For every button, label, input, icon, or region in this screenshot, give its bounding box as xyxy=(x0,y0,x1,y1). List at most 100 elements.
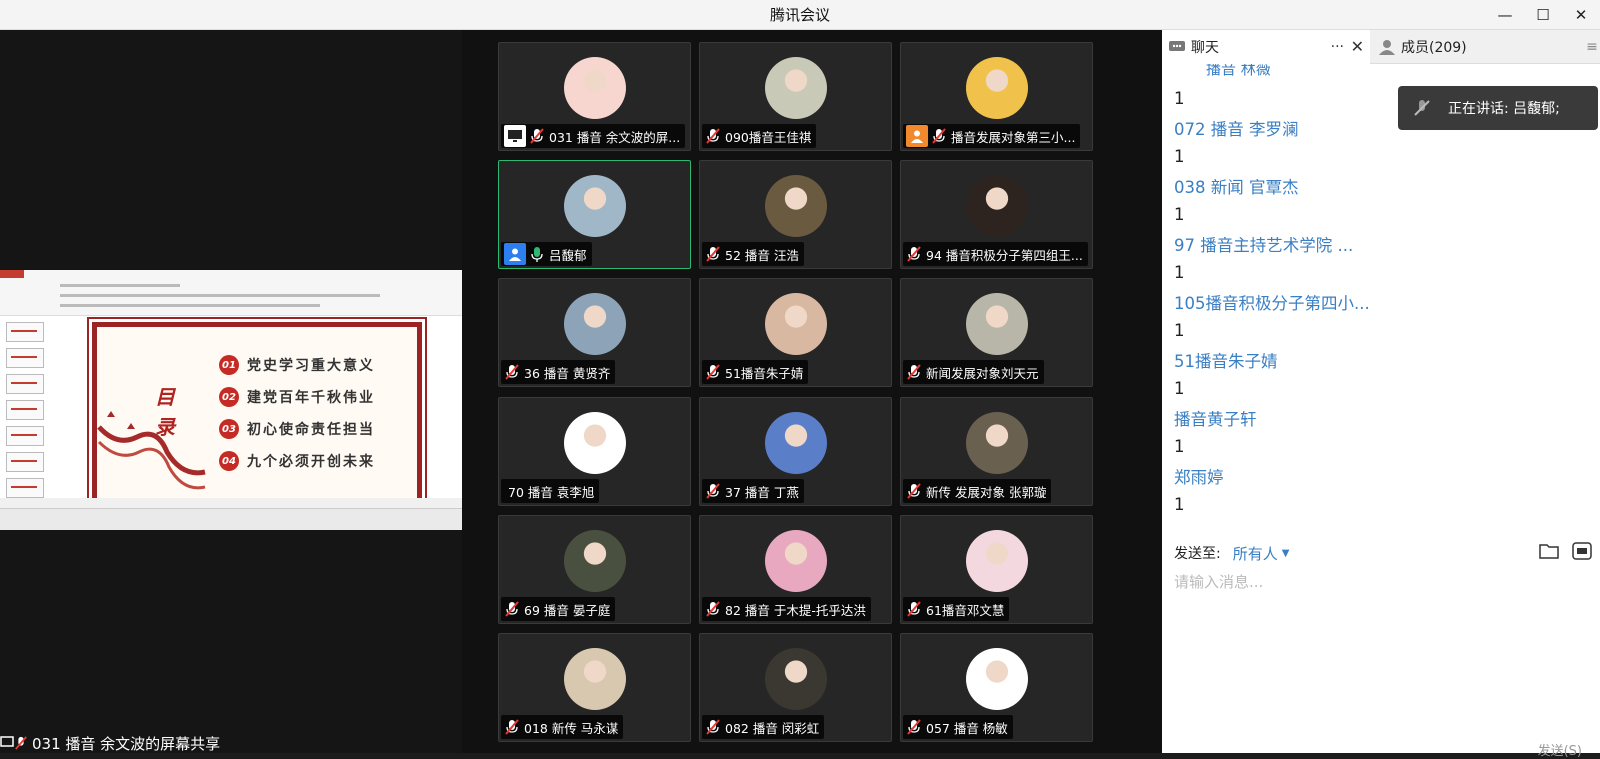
participant-tile[interactable]: 新闻发展对象刘天元 xyxy=(900,278,1093,387)
participant-name: 36 播音 黄贤齐 xyxy=(524,365,611,381)
tab-members-label: 成员(209) xyxy=(1401,40,1467,56)
message-sender[interactable]: 播音黄子轩 xyxy=(1174,403,1584,432)
avatar xyxy=(564,57,626,119)
participant-tile[interactable]: 94 播音积极分子第四组王... xyxy=(900,160,1093,269)
tab-members[interactable]: 成员(209) xyxy=(1370,30,1584,64)
participant-tile[interactable]: 52 播音 汪浩 xyxy=(699,160,892,269)
close-icon[interactable]: ✕ xyxy=(1351,37,1364,56)
participant-tile[interactable]: 057 播音 杨敏 xyxy=(900,633,1093,742)
mic-muted-icon xyxy=(504,363,520,381)
send-to-row: 发送至: 所有人 ▼ xyxy=(1174,540,1594,566)
participant-name: 082 播音 闵彩虹 xyxy=(725,720,820,736)
slide-thumbnails xyxy=(6,322,46,504)
maximize-button[interactable]: ☐ xyxy=(1524,0,1562,30)
participant-name: 94 播音积极分子第四组王... xyxy=(926,247,1083,263)
user-icon xyxy=(504,243,526,265)
send-to-label: 发送至: xyxy=(1174,546,1221,562)
participant-tile[interactable]: 090播音王佳祺 xyxy=(699,42,892,151)
message-text: 1 xyxy=(1174,437,1185,456)
participant-label: 52 播音 汪浩 xyxy=(702,242,804,266)
avatar xyxy=(765,293,827,355)
mic-muted-icon xyxy=(1414,100,1430,116)
participant-name: 37 播音 丁燕 xyxy=(725,484,799,500)
chat-messages: 播音 林薇 1 072 播音 李罗澜 1 038 新闻 官覃杰 1 97 播音主持艺术学院… xyxy=(1162,64,1600,534)
participant-tile[interactable]: 新传 发展对象 张郭璇 xyxy=(900,397,1093,506)
avatar xyxy=(564,648,626,710)
send-to-target[interactable]: 所有人 xyxy=(1233,543,1278,564)
screen-share-icon xyxy=(504,125,526,147)
participant-label: 37 播音 丁燕 xyxy=(702,479,804,503)
mic-muted-icon xyxy=(906,600,922,618)
more-icon[interactable]: ··· xyxy=(1331,39,1344,55)
participant-tile[interactable]: 82 播音 于木提-托乎达洪 xyxy=(699,515,892,624)
toc-item: 03 初心使命责任担当 xyxy=(219,413,375,445)
toc-item: 02 建党百年千秋伟业 xyxy=(219,381,375,413)
participant-label: 031 播音 余文波的屏... xyxy=(501,124,686,148)
participant-tile[interactable]: 69 播音 晏子庭 xyxy=(498,515,691,624)
participant-label: 082 播音 闵彩虹 xyxy=(702,715,825,739)
participant-tile[interactable]: 吕馥郁 xyxy=(498,160,691,269)
message-sender[interactable]: 51播音朱子婧 xyxy=(1174,345,1584,374)
partial-message: 播音 林薇 xyxy=(1206,64,1271,78)
close-window-button[interactable]: ✕ xyxy=(1562,0,1600,30)
chat-icon xyxy=(1169,41,1185,51)
sharer-name: 031 播音 余文波的屏幕共享 xyxy=(32,734,221,753)
mic-muted-icon xyxy=(529,127,545,145)
windows-taskbar xyxy=(0,508,462,530)
participant-tile[interactable]: 082 播音 闵彩虹 xyxy=(699,633,892,742)
mic-muted-icon xyxy=(705,363,721,381)
mic-muted-icon xyxy=(504,600,520,618)
announcement-icon[interactable] xyxy=(1570,540,1594,562)
toc-item: 04 九个必须开创未来 xyxy=(219,445,375,477)
slide-title: 目录 xyxy=(155,385,175,439)
mic-muted-icon xyxy=(705,127,721,145)
participant-name: 播音发展对象第三小... xyxy=(951,129,1076,145)
members-icon xyxy=(1379,40,1395,55)
participant-tile[interactable]: 36 播音 黄贤齐 xyxy=(498,278,691,387)
screen-share-icon xyxy=(0,736,14,747)
message-sender[interactable]: 97 播音主持艺术学院 ... xyxy=(1174,229,1584,258)
chevron-down-icon[interactable]: ▼ xyxy=(1282,548,1290,559)
message-sender[interactable]: 105播音积极分子第四小... xyxy=(1174,287,1584,316)
participant-name: 70 播音 袁李旭 xyxy=(508,484,595,500)
participant-tile[interactable]: 播音发展对象第三小... xyxy=(900,42,1093,151)
participant-name: 82 播音 于木提-托乎达洪 xyxy=(725,602,866,618)
window-controls: — ☐ ✕ xyxy=(1486,0,1600,30)
mic-icon xyxy=(529,245,545,263)
mic-muted-icon xyxy=(705,718,721,736)
participant-tile[interactable]: 70 播音 袁李旭 xyxy=(498,397,691,506)
screen-share-pane: 目录 01 党史学习重大意义 02 建党百年千秋伟业 03 初心使命责任担当 04 九个… xyxy=(0,30,462,753)
participant-name: 69 播音 晏子庭 xyxy=(524,602,611,618)
participant-tile[interactable]: 018 新传 马永谋 xyxy=(498,633,691,742)
participant-name: 031 播音 余文波的屏... xyxy=(549,129,681,145)
avatar xyxy=(765,57,827,119)
message-input[interactable] xyxy=(1174,568,1584,596)
avatar xyxy=(966,175,1028,237)
mic-muted-icon xyxy=(705,482,721,500)
participant-tile[interactable]: 51播音朱子婧 xyxy=(699,278,892,387)
mic-muted-icon xyxy=(705,245,721,263)
ppt-ribbon xyxy=(0,270,462,316)
participant-tile[interactable]: 37 播音 丁燕 xyxy=(699,397,892,506)
mic-muted-icon xyxy=(931,127,947,145)
folder-icon[interactable] xyxy=(1538,540,1562,562)
message-sender[interactable]: 郑雨婷 xyxy=(1174,461,1584,490)
participant-tile[interactable]: 031 播音 余文波的屏... xyxy=(498,42,691,151)
menu-icon[interactable]: ≡ xyxy=(1584,30,1600,64)
minimize-button[interactable]: — xyxy=(1486,0,1524,30)
participant-name: 52 播音 汪浩 xyxy=(725,247,799,263)
avatar xyxy=(564,293,626,355)
avatar xyxy=(564,530,626,592)
participant-tile[interactable]: 61播音邓文慧 xyxy=(900,515,1093,624)
mic-muted-icon xyxy=(906,718,922,736)
shared-screen[interactable]: 目录 01 党史学习重大意义 02 建党百年千秋伟业 03 初心使命责任担当 04 九个… xyxy=(0,270,462,530)
participant-label: 82 播音 于木提-托乎达洪 xyxy=(702,597,871,621)
avatar xyxy=(765,648,827,710)
avatar xyxy=(765,175,827,237)
participant-label: 018 新传 马永谋 xyxy=(501,715,624,739)
participant-label: 51播音朱子婧 xyxy=(702,360,809,384)
message-sender[interactable]: 038 新闻 官覃杰 xyxy=(1174,171,1584,200)
participant-name: 新传 发展对象 张郭璇 xyxy=(926,484,1047,500)
tab-chat[interactable]: 聊天 ··· ✕ xyxy=(1162,30,1370,64)
send-button[interactable]: 发送(S) xyxy=(1538,740,1582,759)
